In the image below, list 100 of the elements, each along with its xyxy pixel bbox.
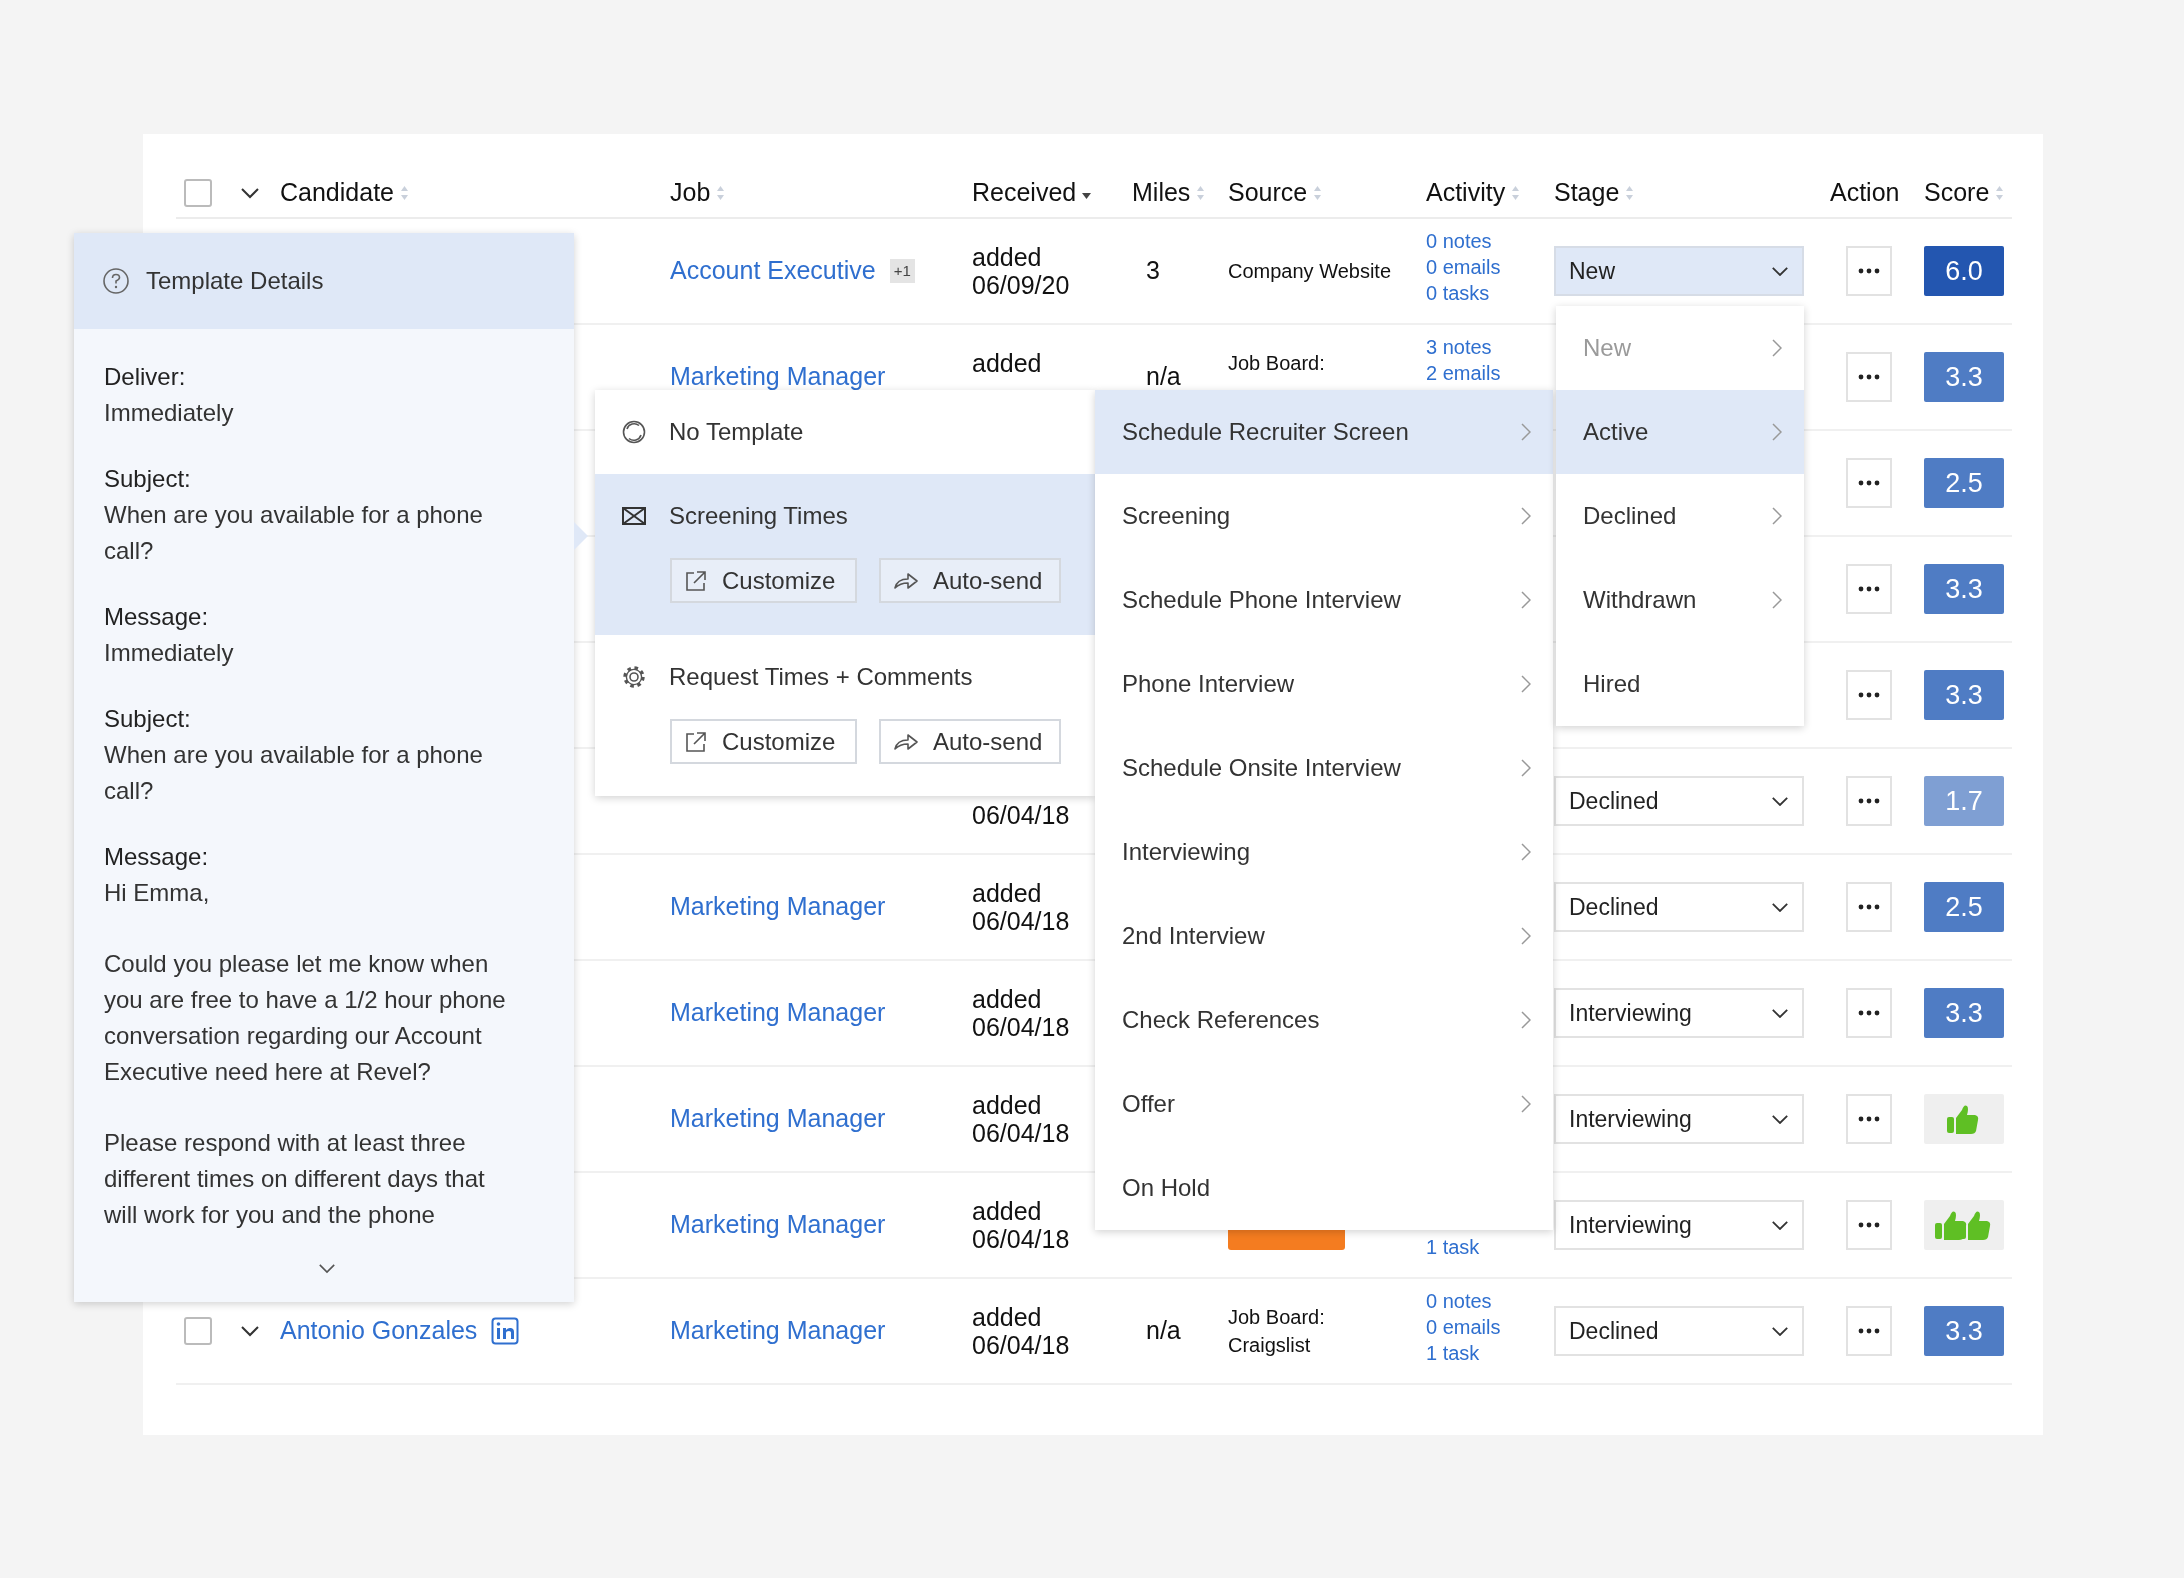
stage-option[interactable]: Offer xyxy=(1095,1062,1553,1146)
chevron-down-icon xyxy=(1771,1007,1789,1019)
more-button[interactable] xyxy=(1846,1094,1892,1144)
ellipsis-icon xyxy=(1858,268,1880,274)
more-button[interactable] xyxy=(1846,988,1892,1038)
ellipsis-icon xyxy=(1858,374,1880,380)
field-value: When are you available for a phone call? xyxy=(104,500,484,566)
more-button[interactable] xyxy=(1846,246,1892,296)
stage-option[interactable]: Schedule Onsite Interview xyxy=(1095,726,1553,810)
column-header[interactable]: Score xyxy=(1924,173,1990,212)
column-header[interactable]: Source xyxy=(1228,173,1308,212)
column-header[interactable]: Miles xyxy=(1132,173,1191,212)
ellipsis-icon xyxy=(1858,1010,1880,1016)
template-option[interactable]: Request Times + Comments Customize Auto-send xyxy=(595,635,1095,796)
auto-send-button[interactable]: Auto-send xyxy=(879,719,1061,764)
job-link[interactable]: Marketing Manager xyxy=(670,1100,886,1138)
customize-button[interactable]: Customize xyxy=(670,719,857,764)
stage-option[interactable]: 2nd Interview xyxy=(1095,894,1553,978)
cycle-icon xyxy=(621,419,647,445)
more-button[interactable] xyxy=(1846,1306,1892,1356)
source-text: Company Website xyxy=(1228,259,1393,284)
activity-link[interactable]: 1 task xyxy=(1426,1234,1480,1260)
chevron-down-icon[interactable] xyxy=(240,1325,260,1337)
checkbox[interactable] xyxy=(184,178,212,207)
more-button[interactable] xyxy=(1846,670,1892,720)
checkbox[interactable] xyxy=(184,1317,212,1345)
chevron-down-icon xyxy=(1771,1113,1789,1125)
double-thumbs-up-icon xyxy=(1935,1209,1993,1241)
ellipsis-icon xyxy=(1858,586,1880,592)
score-badge: 6.0 xyxy=(1924,246,2004,296)
job-link[interactable]: Marketing Manager xyxy=(670,1312,886,1350)
job-link[interactable]: Marketing Manager xyxy=(670,1206,886,1244)
stage-dropdown[interactable]: Declined xyxy=(1554,882,1804,932)
settings-icon xyxy=(621,664,647,690)
stage-dropdown[interactable]: New xyxy=(1554,246,1804,296)
column-header[interactable]: Job xyxy=(670,173,711,212)
stage-option[interactable]: Schedule Phone Interview xyxy=(1095,558,1553,642)
stage-option[interactable]: Interviewing xyxy=(1095,810,1553,894)
template-option[interactable]: No Template xyxy=(595,390,1095,474)
stage-option[interactable]: Check References xyxy=(1095,978,1553,1062)
profile-badge-icon[interactable] xyxy=(491,1317,520,1345)
ellipsis-icon xyxy=(1858,692,1880,698)
miles-text: n/a xyxy=(1146,361,1181,393)
job-link[interactable]: Marketing Manager xyxy=(670,888,886,926)
stage-option[interactable]: Phone Interview xyxy=(1095,642,1553,726)
column-header[interactable]: Received xyxy=(972,173,1077,212)
column-header[interactable]: Activity xyxy=(1426,173,1506,212)
chevron-down-icon xyxy=(1771,795,1789,807)
ellipsis-icon xyxy=(1858,1116,1880,1122)
column-header: Action xyxy=(1830,176,1900,208)
activity-link[interactable]: 2 emails xyxy=(1426,360,1501,386)
miles-text: 3 xyxy=(1146,255,1160,287)
chevron-down-icon[interactable] xyxy=(318,1263,336,1274)
column-header[interactable]: Stage xyxy=(1554,173,1620,212)
more-button[interactable] xyxy=(1846,564,1892,614)
auto-send-button[interactable]: Auto-send xyxy=(879,558,1061,603)
received-date-text: 06/04/18 xyxy=(972,1335,1071,1355)
stage-option[interactable]: Hired xyxy=(1556,642,1804,726)
stage-option[interactable]: Active xyxy=(1556,390,1804,474)
share-arrow-icon xyxy=(893,570,919,591)
score-badge: 2.5 xyxy=(1924,458,2004,508)
more-button[interactable] xyxy=(1846,1200,1892,1250)
stage-option[interactable]: Declined xyxy=(1556,474,1804,558)
stage-option: New xyxy=(1556,306,1804,390)
field-value: Hi Emma, xyxy=(104,878,211,908)
chevron-down-icon[interactable] xyxy=(240,186,260,199)
received-date-text: added xyxy=(972,883,1043,903)
stage-dropdown[interactable]: Interviewing xyxy=(1554,1200,1804,1250)
activity-link[interactable]: 0 tasks xyxy=(1426,280,1490,306)
received-date-text: added xyxy=(972,1307,1043,1327)
template-option[interactable]: Screening Times Customize Auto-send xyxy=(595,474,1095,635)
job-link[interactable]: Account Executive xyxy=(670,252,876,290)
stage-dropdown[interactable]: Declined xyxy=(1554,776,1804,826)
stage-option[interactable]: On Hold xyxy=(1095,1146,1553,1230)
more-button[interactable] xyxy=(1846,776,1892,826)
stage-dropdown[interactable]: Declined xyxy=(1554,1306,1804,1356)
activity-link[interactable]: 0 notes xyxy=(1426,228,1492,254)
source-text: Job Board: xyxy=(1228,1305,1326,1330)
share-arrow-icon xyxy=(893,731,919,752)
received-date-text: added xyxy=(972,353,1043,373)
stage-option[interactable]: Withdrawn xyxy=(1556,558,1804,642)
activity-link[interactable]: 0 emails xyxy=(1426,1314,1501,1340)
panel-title: Template Details xyxy=(146,266,324,296)
more-button[interactable] xyxy=(1846,882,1892,932)
job-link[interactable]: Marketing Manager xyxy=(670,994,886,1032)
activity-link[interactable]: 1 task xyxy=(1426,1340,1480,1366)
callout-pointer xyxy=(574,522,588,550)
activity-link[interactable]: 0 notes xyxy=(1426,1288,1492,1314)
candidate-link[interactable]: Antonio Gonzales xyxy=(280,1312,478,1350)
activity-link[interactable]: 3 notes xyxy=(1426,334,1492,360)
customize-button[interactable]: Customize xyxy=(670,558,857,603)
stage-option[interactable]: Schedule Recruiter Screen xyxy=(1095,390,1553,474)
activity-link[interactable]: 0 emails xyxy=(1426,254,1501,280)
stage-dropdown[interactable]: Interviewing xyxy=(1554,988,1804,1038)
more-button[interactable] xyxy=(1846,352,1892,402)
more-button[interactable] xyxy=(1846,458,1892,508)
column-header[interactable]: Candidate xyxy=(280,173,394,212)
score-badge: 3.3 xyxy=(1924,1306,2004,1356)
stage-option[interactable]: Screening xyxy=(1095,474,1553,558)
stage-dropdown[interactable]: Interviewing xyxy=(1554,1094,1804,1144)
